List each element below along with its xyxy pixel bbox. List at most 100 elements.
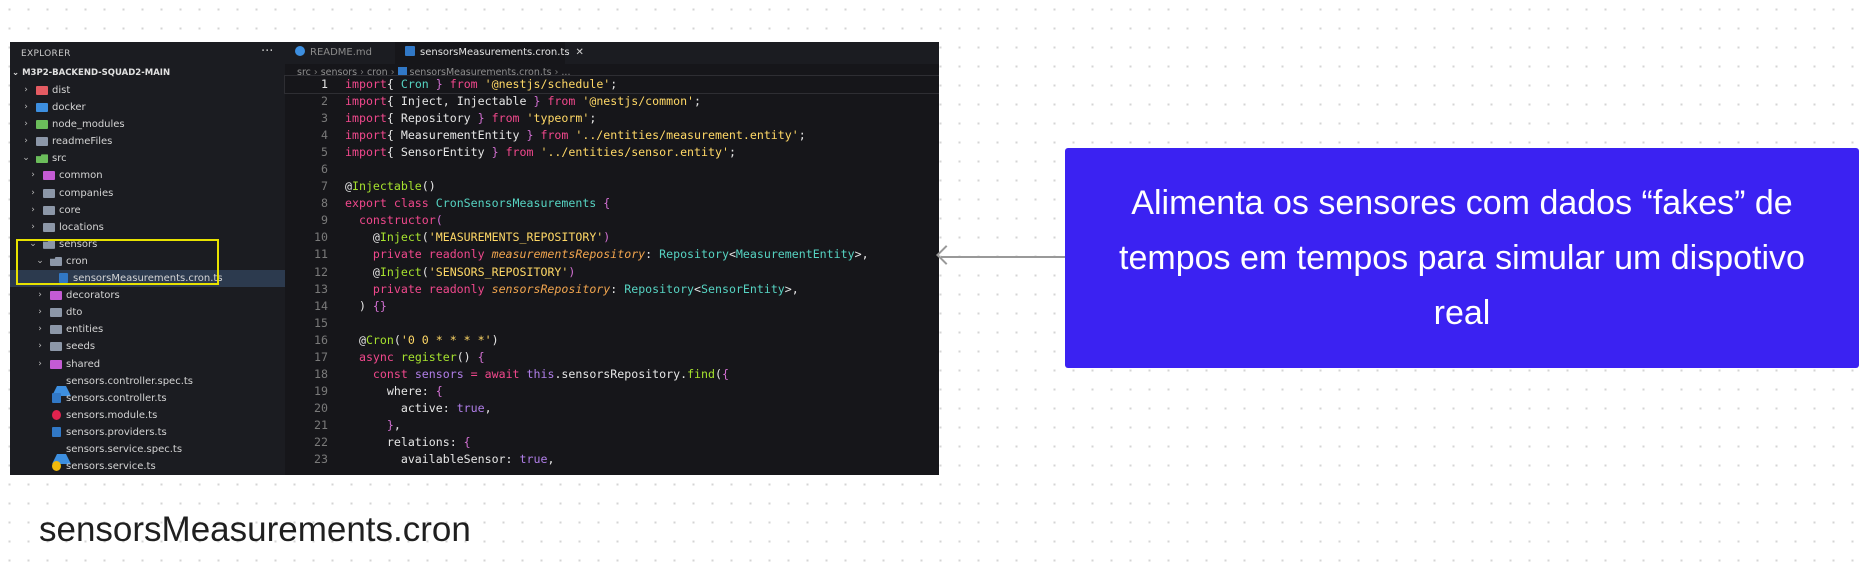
code-token: Repository [659, 247, 729, 262]
tree-file[interactable]: sensors.module.ts [10, 407, 285, 424]
close-icon[interactable]: ✕ [576, 47, 584, 58]
tree-folder[interactable]: › dto [10, 304, 285, 321]
code-token: from [449, 77, 478, 91]
tree-folder[interactable]: › locations [10, 219, 285, 236]
code-token: < [694, 281, 702, 296]
tree-folder[interactable]: › common [10, 167, 285, 184]
tree-folder[interactable]: › readmeFiles [10, 133, 285, 150]
code-token: Injectable [351, 179, 422, 194]
code-token: from [491, 111, 520, 126]
code-token: ) [345, 298, 373, 313]
code-token: () [456, 349, 478, 364]
code-text: private readonly sensorsRepository: Repo… [345, 281, 799, 298]
folder-icon [43, 188, 55, 198]
chevron-right-icon: › [31, 187, 35, 198]
code-line[interactable]: 1 import{ Cron } from '@nestjs/schedule'; [284, 74, 939, 95]
tree-folder[interactable]: ⌄ src [10, 150, 285, 167]
tab-sensors-cron[interactable]: sensorsMeasurements.cron.ts ✕ [395, 42, 584, 64]
explorer-title: EXPLORER [21, 49, 71, 59]
arrow-line [941, 256, 1065, 258]
code-line[interactable]: 4 import{ MeasurementEntity } from '../en… [285, 127, 939, 144]
code-token: { Repository [386, 111, 478, 126]
code-line[interactable]: 16 @Cron('0 0 * * * *') [285, 332, 939, 349]
code-line[interactable]: 7 @Injectable() [285, 178, 939, 195]
code-editor[interactable]: 1 import{ Cron } from '@nestjs/schedule';… [284, 74, 939, 468]
tree-folder[interactable]: ⌄ sensors [10, 236, 285, 253]
tree-folder[interactable]: › companies [10, 185, 285, 202]
code-line[interactable]: 11 private readonly measurementsReposito… [285, 246, 939, 263]
code-line[interactable]: 14 ) {} [285, 298, 939, 315]
more-actions-icon[interactable]: ··· [261, 44, 273, 59]
tree-folder[interactable]: › decorators [10, 287, 285, 304]
tree-folder[interactable]: › shared [10, 356, 285, 373]
code-line[interactable]: 21 }, [285, 417, 939, 434]
line-number: 12 [314, 264, 328, 279]
folder-icon [50, 342, 62, 352]
code-line[interactable]: 8 export class CronSensorsMeasurements { [285, 195, 939, 212]
tree-folder[interactable]: › node_modules [10, 116, 285, 133]
tree-file[interactable]: sensors.service.spec.ts [10, 441, 285, 464]
tree-item-label: seeds [66, 341, 96, 353]
code-token: '0 0 * * * *' [400, 332, 492, 347]
typescript-file-icon [397, 67, 407, 76]
tree-file[interactable]: sensors.providers.ts [10, 424, 285, 441]
code-line[interactable]: 19 where: { [285, 383, 939, 400]
code-line[interactable]: 15 [285, 315, 939, 332]
tree-file[interactable]: sensors.controller.ts [10, 390, 285, 407]
tree-folder[interactable]: › entities [10, 321, 285, 338]
tree-item-label: node_modules [52, 119, 125, 131]
code-line[interactable]: 13 private readonly sensorsRepository: R… [285, 281, 939, 298]
line-number: 21 [314, 417, 328, 432]
code-token: 'MEASUREMENTS_REPOSITORY' [428, 230, 604, 245]
line-number: 2 [321, 94, 328, 109]
tree-folder[interactable]: ⌄ cron [10, 253, 285, 270]
code-token: } [533, 94, 548, 109]
tree-file[interactable]: sensorsMeasurements.cron.ts [10, 270, 285, 288]
tree-file[interactable]: sensors.service.ts [10, 458, 285, 475]
chevron-right-icon: › [24, 85, 28, 95]
code-line[interactable]: 2 import{ Inject, Injectable } from '@nes… [285, 93, 939, 110]
line-number: 14 [314, 298, 328, 313]
code-line[interactable]: 9 constructor( [285, 212, 939, 229]
code-line[interactable]: 22 relations: { [285, 434, 939, 451]
tree-item-label: companies [59, 187, 114, 199]
code-token: ( [714, 366, 722, 381]
code-text: @Cron('0 0 * * * *') [345, 332, 499, 349]
tree-folder[interactable]: › docker [10, 99, 285, 116]
tree-item-label: dto [66, 307, 83, 319]
tree-file[interactable]: sensors.controller.spec.ts [10, 373, 285, 396]
workspace-root-label: M3P2-BACKEND-SQUAD2-MAIN [22, 68, 171, 78]
code-token: { MeasurementEntity [386, 128, 527, 143]
code-line[interactable]: 12 @Inject('SENSORS_REPOSITORY') [285, 264, 939, 281]
tree-folder[interactable]: › dist [10, 82, 285, 99]
code-token: true [456, 400, 485, 415]
code-token: Cron [400, 77, 429, 91]
code-line[interactable]: 17 async register() { [285, 349, 939, 366]
code-text: @Inject('MEASUREMENTS_REPOSITORY') [345, 229, 610, 246]
code-line[interactable]: 10 @Inject('MEASUREMENTS_REPOSITORY') [285, 229, 939, 246]
chevron-right-icon: › [24, 119, 28, 130]
code-token: from [505, 145, 534, 160]
code-line[interactable]: 20 active: true, [285, 400, 939, 417]
line-number: 4 [321, 128, 328, 143]
code-token: from [540, 128, 569, 143]
tree-item-label: sensors.providers.ts [66, 426, 167, 438]
code-token: @ [345, 264, 380, 279]
tree-folder[interactable]: › seeds [10, 338, 285, 355]
tree-folder[interactable]: › core [10, 202, 285, 219]
code-text: @Inject('SENSORS_REPOSITORY') [345, 264, 575, 281]
tree-item-label: core [59, 204, 81, 216]
arrow-head-icon [936, 245, 956, 265]
code-line[interactable]: 5 import{ SensorEntity } from '../entitie… [285, 144, 939, 161]
code-text: import{ SensorEntity } from '../entities… [345, 144, 736, 161]
workspace-root[interactable]: ⌄ M3P2-BACKEND-SQUAD2-MAIN [12, 68, 170, 78]
code-line[interactable]: 3 import{ Repository } from 'typeorm'; [285, 110, 939, 127]
code-line[interactable]: 18 const sensors = await this.sensorsRep… [285, 366, 939, 383]
code-line[interactable]: 23 availableSensor: true, [285, 451, 939, 468]
code-line[interactable]: 6 [285, 161, 939, 178]
tab-readme[interactable]: README.md [285, 42, 395, 64]
line-number: 19 [314, 383, 328, 398]
code-token: active: [345, 400, 457, 415]
